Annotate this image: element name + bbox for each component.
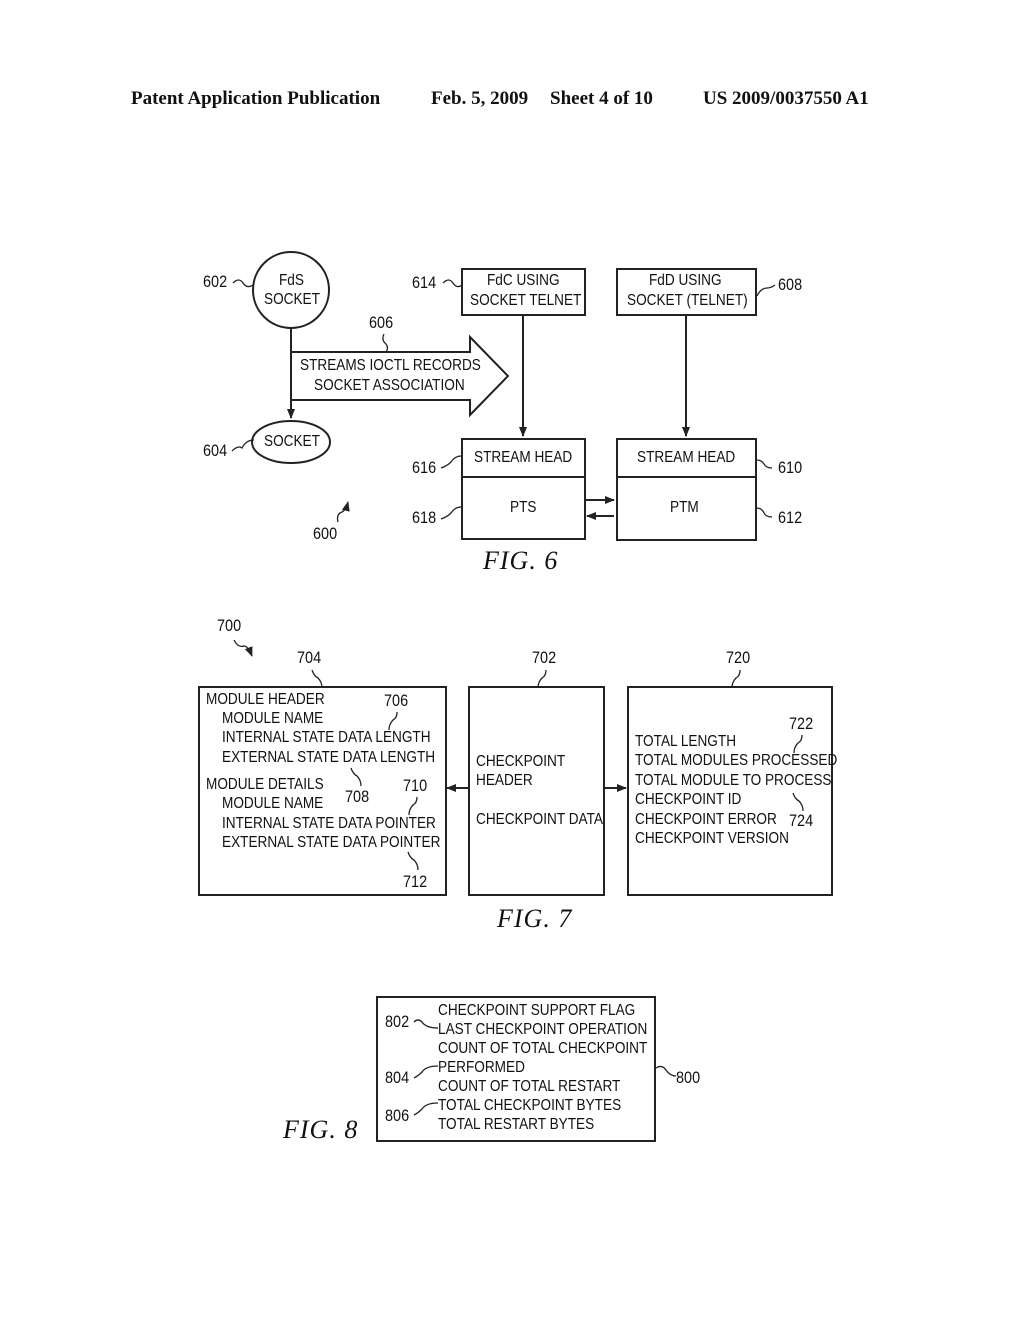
- fdc-label-1: FdC USING: [487, 272, 560, 289]
- external-state-pointer-label: EXTERNAL STATE DATA POINTER: [222, 834, 441, 851]
- total-restart-bytes-label: TOTAL RESTART BYTES: [438, 1116, 595, 1133]
- ref-712: 712: [403, 872, 428, 891]
- ref-806: 806: [385, 1106, 410, 1125]
- fig8-caption: FIG. 8: [283, 1115, 359, 1144]
- ref-704: 704: [297, 648, 322, 667]
- fdc-label-2: SOCKET TELNET: [470, 292, 582, 309]
- ref-604-leader: [231, 439, 255, 452]
- ioctl-arrow-label-2: SOCKET ASSOCIATION: [314, 377, 465, 394]
- ref-802: 802: [385, 1012, 410, 1031]
- ref-800-leader: [655, 1065, 677, 1077]
- ref-614: 614: [412, 273, 437, 292]
- checkpoint-version-label: CHECKPOINT VERSION: [635, 830, 789, 847]
- total-length-label: TOTAL LENGTH: [635, 733, 737, 750]
- external-state-length-label: EXTERNAL STATE DATA LENGTH: [222, 749, 436, 766]
- count-total-checkpoint-label: COUNT OF TOTAL CHECKPOINT: [438, 1040, 648, 1057]
- ref-706: 706: [384, 691, 409, 710]
- ref-720: 720: [726, 648, 751, 667]
- ref-604: 604: [203, 441, 228, 460]
- ref-602: 602: [203, 272, 228, 291]
- fds-socket-label-1: FdS: [279, 272, 304, 289]
- ref-700: 700: [217, 616, 242, 635]
- internal-state-pointer-label: INTERNAL STATE DATA POINTER: [222, 815, 436, 832]
- checkpoint-data-label: CHECKPOINT DATA: [476, 811, 603, 828]
- fdd-label-2: SOCKET (TELNET): [627, 292, 748, 309]
- checkpoint-support-flag-label: CHECKPOINT SUPPORT FLAG: [438, 1002, 636, 1019]
- fig6-caption: FIG. 6: [483, 546, 559, 575]
- checkpoint-id-label: CHECKPOINT ID: [635, 791, 742, 808]
- sheet-number: Sheet 4 of 10: [550, 88, 653, 109]
- checkpoint-error-label: CHECKPOINT ERROR: [635, 811, 777, 828]
- count-total-restart-label: COUNT OF TOTAL RESTART: [438, 1078, 621, 1095]
- checkpoint-box: [468, 686, 605, 896]
- ioctl-arrow-label-1: STREAMS IOCTL RECORDS: [300, 357, 481, 374]
- ref-722: 722: [789, 714, 814, 733]
- socket-label: SOCKET: [264, 433, 320, 450]
- internal-state-length-label: INTERNAL STATE DATA LENGTH: [222, 729, 431, 746]
- module-name-2-label: MODULE NAME: [222, 795, 324, 812]
- fds-socket-label-2: SOCKET: [264, 291, 320, 308]
- last-checkpoint-operation-label: LAST CHECKPOINT OPERATION: [438, 1021, 648, 1038]
- ref-600-arrow: [336, 501, 350, 523]
- ref-602-leader: [232, 279, 254, 288]
- ref-708: 708: [345, 787, 370, 806]
- pts-stream-head-label: STREAM HEAD: [474, 449, 573, 466]
- ref-804: 804: [385, 1068, 410, 1087]
- fdd-label-1: FdD USING: [649, 272, 722, 289]
- ref-710: 710: [403, 776, 428, 795]
- publication-date: Feb. 5, 2009: [431, 88, 529, 109]
- ref-610-leader: [755, 459, 773, 469]
- ref-600: 600: [313, 524, 338, 543]
- ref-610: 610: [778, 458, 803, 477]
- ref-612-leader: [755, 507, 773, 518]
- total-modules-processed-label: TOTAL MODULES PROCESSED: [635, 752, 838, 769]
- fig7-caption: FIG. 7: [497, 904, 573, 933]
- checkpoint-header-label-1: CHECKPOINT: [476, 753, 566, 770]
- module-details-label: MODULE DETAILS: [206, 776, 324, 793]
- patent-number: US 2009/0037550 A1: [703, 88, 869, 109]
- checkpoint-header-label-2: HEADER: [476, 772, 533, 789]
- performed-label: PERFORMED: [438, 1059, 525, 1076]
- ioctl-arrow-shape: [291, 334, 510, 418]
- ref-618: 618: [412, 508, 437, 527]
- total-module-to-process-label: TOTAL MODULE TO PROCESS: [635, 772, 832, 789]
- ref-608: 608: [778, 275, 803, 294]
- ref-616: 616: [412, 458, 437, 477]
- module-header-label: MODULE HEADER: [206, 691, 325, 708]
- pts-label: PTS: [510, 499, 537, 516]
- module-name-label: MODULE NAME: [222, 710, 324, 727]
- fds-socket-circle: [252, 251, 330, 329]
- ref-702: 702: [532, 648, 557, 667]
- ref-612: 612: [778, 508, 803, 527]
- ref-800: 800: [676, 1068, 701, 1087]
- total-checkpoint-bytes-label: TOTAL CHECKPOINT BYTES: [438, 1097, 622, 1114]
- ref-724: 724: [789, 811, 814, 830]
- ptm-stream-head-label: STREAM HEAD: [637, 449, 736, 466]
- ref-618-leader: [440, 506, 462, 520]
- ref-608-leader: [756, 284, 776, 297]
- ref-606-leader: [382, 333, 389, 353]
- ptm-label: PTM: [670, 499, 699, 516]
- ref-700-arrow: [233, 639, 253, 657]
- ref-614-leader: [442, 279, 463, 288]
- publication-label: Patent Application Publication: [131, 88, 381, 109]
- ref-616-leader: [440, 455, 462, 469]
- ref-606: 606: [369, 313, 394, 332]
